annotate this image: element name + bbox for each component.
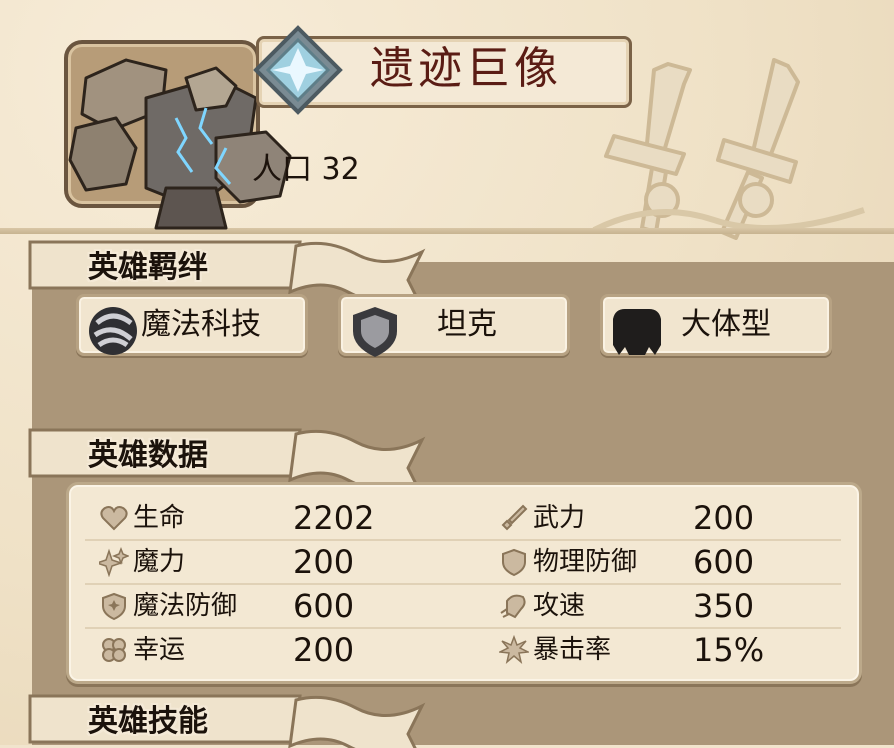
hero-name: 遗迹巨像 bbox=[370, 43, 562, 94]
section-ribbon-stats bbox=[28, 428, 426, 482]
magic-shield-icon bbox=[102, 592, 126, 621]
heart-icon bbox=[100, 506, 128, 531]
stat-value-hp: 2202 bbox=[293, 499, 375, 537]
section-title-stats: 英雄数据 bbox=[88, 438, 208, 473]
stat-label-luck: 幸运 bbox=[133, 635, 186, 665]
stats-table: 生命 2202 武力 200 魔力 200 物理防御 600 魔法防御 600 … bbox=[66, 482, 862, 684]
stat-value-crit: 15% bbox=[693, 631, 765, 669]
section-ribbon-skills bbox=[28, 694, 426, 748]
clover-icon bbox=[102, 638, 126, 662]
stat-value-aspd: 350 bbox=[693, 587, 755, 625]
trait-label: 魔法科技 bbox=[141, 307, 261, 342]
burst-icon bbox=[499, 635, 529, 665]
trait-chip-magitech[interactable]: 魔法科技 bbox=[76, 294, 308, 356]
stat-row: 魔法防御 600 攻速 350 bbox=[85, 585, 841, 629]
trait-chip-large-body[interactable]: 大体型 bbox=[600, 294, 832, 356]
stat-value-pdef: 600 bbox=[693, 543, 755, 581]
trait-label: 大体型 bbox=[681, 307, 771, 342]
magitech-icon bbox=[89, 307, 137, 355]
stat-label-aspd: 攻速 bbox=[533, 591, 586, 621]
section-ribbon-bonds bbox=[28, 240, 426, 294]
hero-population: 人口 32 bbox=[252, 152, 360, 187]
stat-value-atk: 200 bbox=[693, 499, 755, 537]
trait-chip-tank[interactable]: 坦克 bbox=[338, 294, 570, 357]
sword-icon bbox=[501, 504, 528, 531]
section-title-bonds: 英雄羁绊 bbox=[88, 250, 208, 285]
stat-value-mp: 200 bbox=[293, 543, 355, 581]
sparkle-icon bbox=[99, 547, 129, 577]
section-title-skills: 英雄技能 bbox=[88, 704, 208, 739]
stat-label-crit: 暴击率 bbox=[533, 635, 612, 665]
trait-label: 坦克 bbox=[437, 307, 497, 342]
stat-row: 生命 2202 武力 200 bbox=[85, 497, 841, 541]
stat-label-mdef: 魔法防御 bbox=[133, 591, 238, 621]
stat-label-hp: 生命 bbox=[133, 503, 186, 533]
shield-icon bbox=[502, 548, 526, 577]
stat-label-mp: 魔力 bbox=[133, 547, 186, 577]
stat-value-mdef: 600 bbox=[293, 587, 355, 625]
large-body-icon bbox=[613, 309, 661, 355]
stat-label-pdef: 物理防御 bbox=[533, 547, 638, 577]
fist-icon bbox=[500, 594, 526, 619]
stat-value-luck: 200 bbox=[293, 631, 355, 669]
hero-portrait-frame bbox=[64, 40, 292, 230]
stat-row: 幸运 200 暴击率 15% bbox=[85, 629, 841, 671]
stat-row: 魔力 200 物理防御 600 bbox=[85, 541, 841, 585]
shield-icon bbox=[353, 307, 397, 357]
rank-diamond-icon bbox=[253, 25, 343, 115]
stat-label-atk: 武力 bbox=[533, 503, 586, 533]
